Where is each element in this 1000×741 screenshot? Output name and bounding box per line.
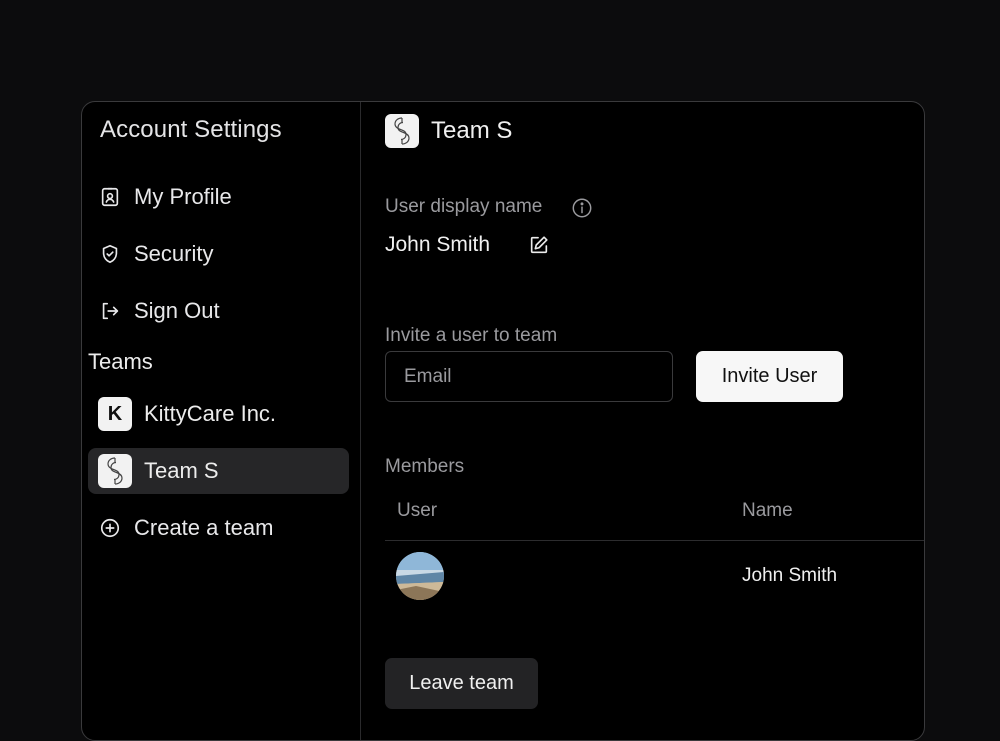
- sidebar-item-label: Security: [134, 241, 214, 266]
- avatar: [396, 552, 444, 600]
- column-header-user: User: [397, 500, 438, 521]
- teams-section-label: Teams: [88, 349, 153, 374]
- team-s-logo-icon: [385, 114, 419, 148]
- sidebar-item-my-profile[interactable]: My Profile: [98, 177, 232, 217]
- sidebar-item-security[interactable]: Security: [98, 234, 213, 274]
- members-label: Members: [385, 456, 465, 477]
- team-s-logo-icon: [98, 454, 132, 488]
- column-header-name: Name: [742, 500, 793, 521]
- info-icon[interactable]: [571, 197, 593, 219]
- display-name-value: John Smith: [385, 233, 491, 256]
- create-team-label: Create a team: [134, 515, 274, 540]
- sign-out-icon: [98, 299, 122, 323]
- leave-team-button[interactable]: Leave team: [385, 658, 538, 709]
- create-team-button[interactable]: Create a team: [98, 508, 273, 548]
- shield-check-icon: [98, 242, 122, 266]
- sidebar-item-sign-out[interactable]: Sign Out: [98, 291, 220, 331]
- edit-icon[interactable]: [528, 234, 550, 256]
- account-settings-window: Account Settings My Profile Security Sig…: [81, 101, 925, 741]
- sidebar: Account Settings My Profile Security Sig…: [82, 102, 361, 740]
- sidebar-item-label: My Profile: [134, 184, 232, 209]
- members-table-header: User Name: [385, 490, 924, 541]
- email-input[interactable]: [385, 351, 673, 402]
- table-row: John Smith: [385, 541, 924, 613]
- team-avatar: K: [98, 397, 132, 431]
- team-item-label: Team S: [144, 458, 219, 483]
- sidebar-item-label: Sign Out: [134, 298, 220, 323]
- display-name-label: User display name: [385, 196, 543, 217]
- invite-label: Invite a user to team: [385, 325, 558, 346]
- plus-circle-icon: [98, 516, 122, 540]
- invite-user-button[interactable]: Invite User: [696, 351, 843, 402]
- sidebar-title: Account Settings: [100, 116, 282, 143]
- team-name: Team S: [431, 117, 513, 144]
- team-header: Team S: [385, 114, 512, 148]
- team-item-label: KittyCare Inc.: [144, 401, 277, 426]
- team-item-team-s[interactable]: Team S: [88, 448, 349, 494]
- team-item-kittycare[interactable]: K KittyCare Inc.: [88, 391, 349, 437]
- profile-badge-icon: [98, 185, 122, 209]
- member-name: John Smith: [742, 565, 838, 586]
- team-settings-panel: Team S User display name John Smith Invi…: [361, 102, 924, 740]
